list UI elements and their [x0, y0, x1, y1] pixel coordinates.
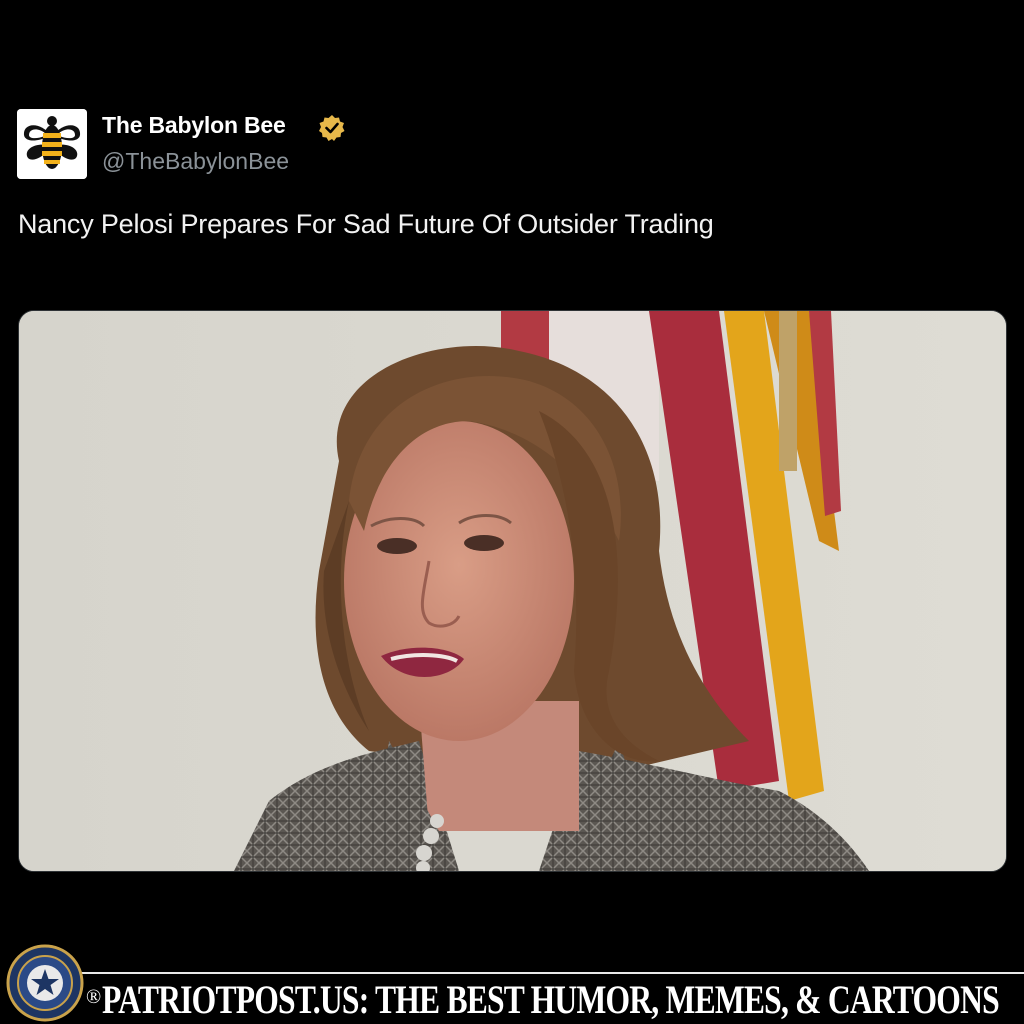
handle[interactable]: @TheBabylonBee — [102, 148, 289, 175]
registered-mark: ® — [86, 986, 102, 1008]
footer-divider — [78, 972, 1024, 974]
display-name[interactable]: The Babylon Bee — [102, 112, 286, 139]
tweet-card: The Babylon Bee @TheBabylonBee Nancy Pel… — [0, 0, 1024, 1024]
patriot-post-seal-icon — [6, 944, 84, 1022]
tweet-text: Nancy Pelosi Prepares For Sad Future Of … — [18, 209, 714, 239]
verified-badge-icon — [319, 115, 345, 141]
tweet-photo[interactable] — [18, 310, 1007, 872]
babylon-bee-logo-icon — [17, 109, 87, 179]
photo-woman-with-flag — [19, 311, 1006, 871]
footer-banner-text: PATRIOTPOST.US: THE BEST HUMOR, MEMES, &… — [102, 977, 1000, 1022]
avatar[interactable] — [17, 109, 87, 179]
